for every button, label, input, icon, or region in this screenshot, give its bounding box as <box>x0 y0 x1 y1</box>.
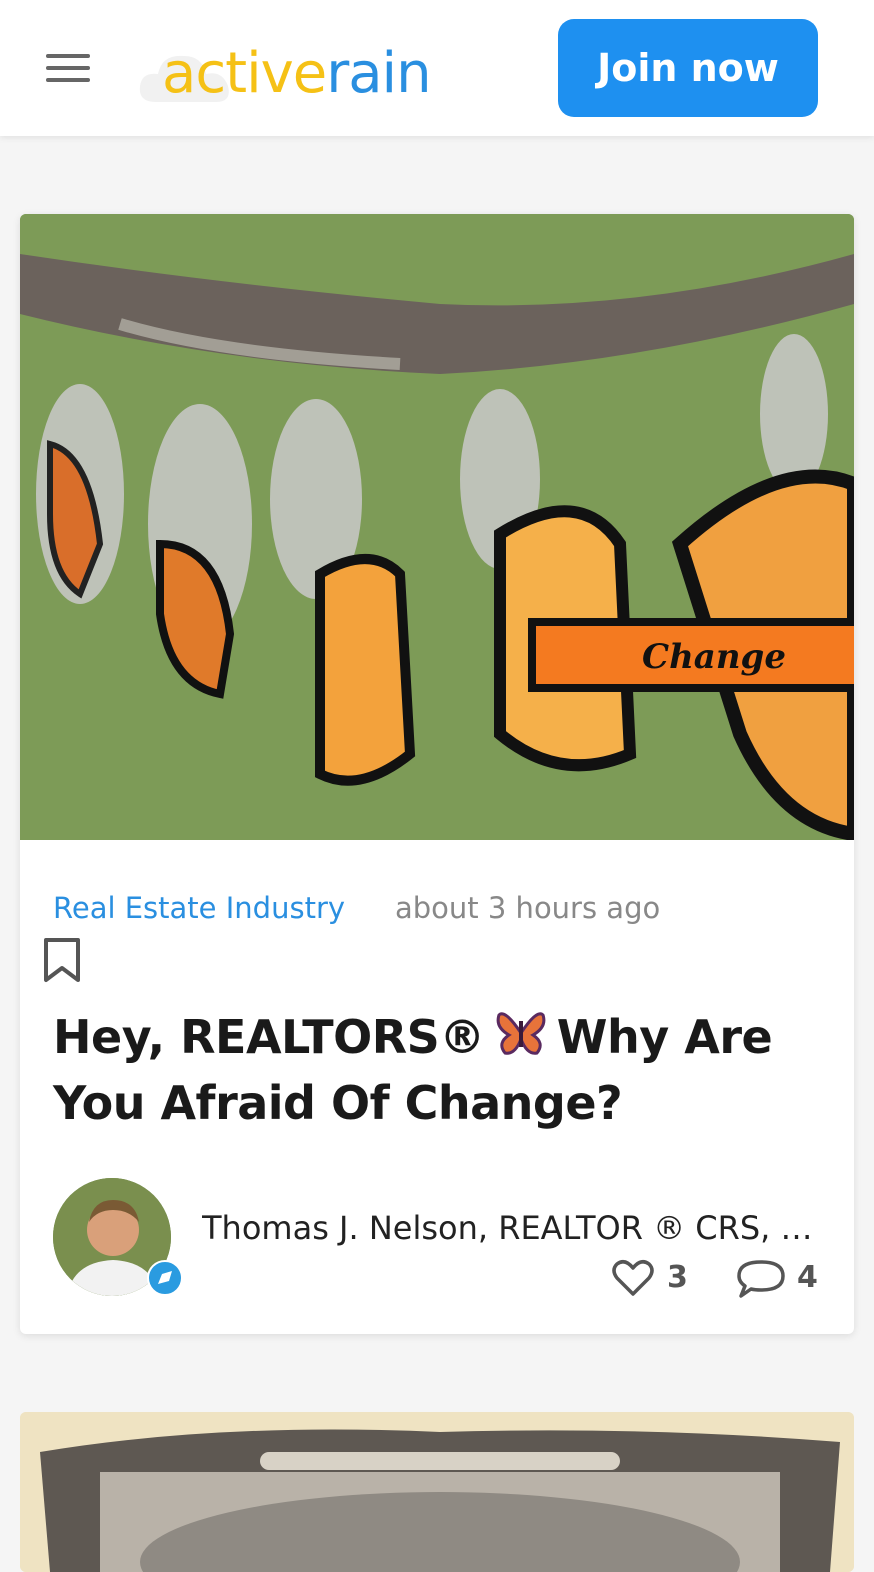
post-title-part1: Hey, REALTORS® <box>53 1010 485 1064</box>
post-meta: Real Estate Industry about 3 hours ago <box>53 888 823 928</box>
heart-icon <box>612 1260 654 1296</box>
verified-badge-icon <box>147 1260 183 1296</box>
logo-text-active: active <box>162 41 327 106</box>
author-name[interactable]: Thomas J. Nelson, REALTOR ® CRS, SRES <box>202 1206 822 1250</box>
comments-count: 4 <box>797 1260 818 1295</box>
top-header: activerain Join now <box>0 0 874 136</box>
activerain-logo[interactable]: activerain <box>136 36 456 108</box>
category-link[interactable]: Real Estate Industry <box>53 891 345 925</box>
join-now-button[interactable]: Join now <box>558 19 818 117</box>
author-row: Thomas J. Nelson, REALTOR ® CRS, SRES 3 … <box>53 1176 833 1298</box>
next-post-card[interactable] <box>20 1412 854 1572</box>
post-hero-image[interactable]: Change <box>20 214 854 840</box>
bookmark-icon[interactable] <box>42 936 82 984</box>
hamburger-menu-icon[interactable] <box>40 46 96 90</box>
hero-caption: Change <box>642 637 786 677</box>
chrysalis-butterflies-image: Change <box>20 214 854 840</box>
next-post-image <box>20 1412 854 1572</box>
post-title[interactable]: Hey, REALTORS® Why Are You Afraid Of Cha… <box>53 1004 833 1136</box>
comment-bubble-icon <box>737 1260 785 1298</box>
post-card[interactable]: Change Real Estate Industry about 3 hour… <box>20 214 854 1334</box>
logo-text-rain: rain <box>326 41 431 106</box>
likes-count: 3 <box>667 1260 688 1295</box>
post-timestamp: about 3 hours ago <box>395 891 661 925</box>
butterfly-icon <box>496 1012 546 1055</box>
